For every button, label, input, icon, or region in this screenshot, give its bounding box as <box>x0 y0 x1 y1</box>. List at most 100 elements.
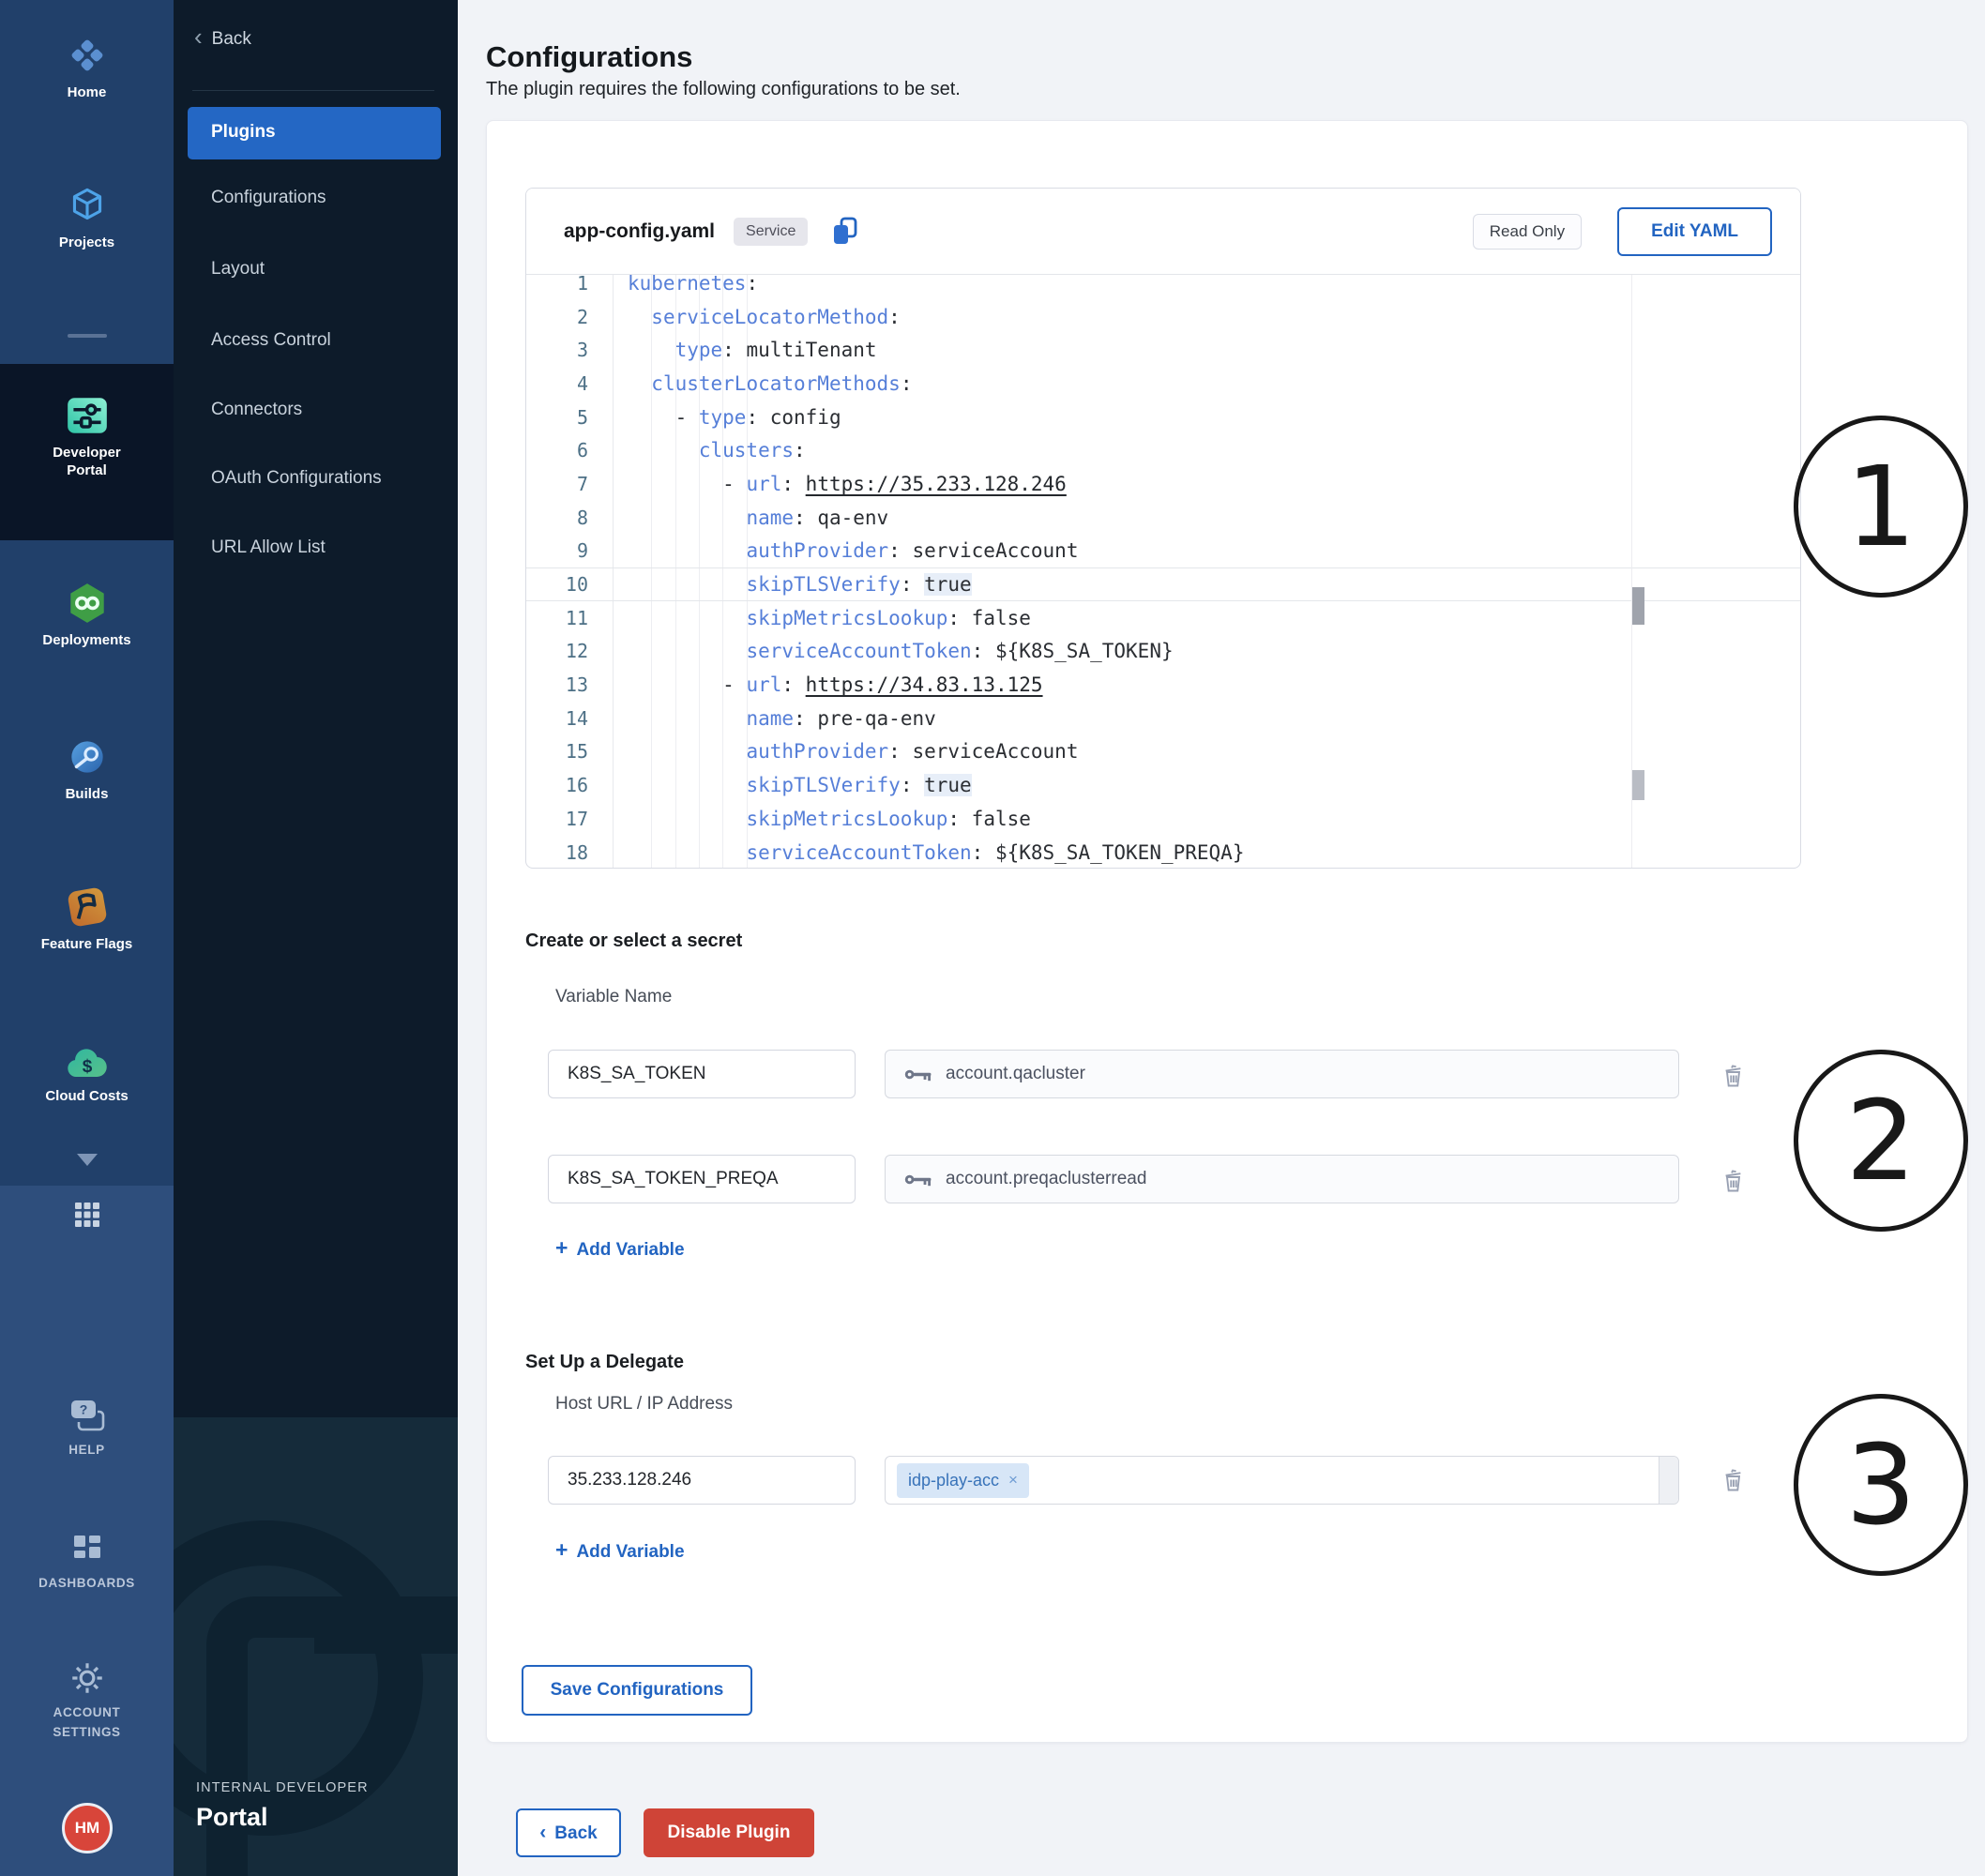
code-line: 14 name: pre-qa-env <box>526 702 1800 735</box>
sidebar-item-builds[interactable]: Builds <box>0 734 174 803</box>
scrollbar-thumb[interactable] <box>1632 587 1644 625</box>
annotation-circle-3: 3 <box>1794 1394 1968 1576</box>
delegate-tag-chip[interactable]: idp-play-acc <box>897 1463 1029 1498</box>
back-button[interactable]: Back <box>516 1808 621 1857</box>
sidebar-item-account-settings[interactable]: ACCOUNT SETTINGS <box>0 1658 174 1742</box>
line-number: 11 <box>526 607 613 629</box>
secret-section-heading: Create or select a secret <box>525 930 742 952</box>
nav-item-label: OAuth Configurations <box>211 468 382 488</box>
nav-item-plugins[interactable]: Plugins <box>188 107 441 159</box>
yaml-editor-header: app-config.yaml Service Read Only Edit Y… <box>526 189 1800 275</box>
yaml-code-area[interactable]: 1kubernetes:2 serviceLocatorMethod:3 typ… <box>526 275 1800 868</box>
code-text: serviceLocatorMethod: <box>613 306 901 328</box>
delete-variable-button[interactable] <box>1721 1063 1746 1094</box>
line-number: 12 <box>526 640 613 662</box>
sidebar-item-home[interactable]: Home <box>0 32 174 101</box>
line-number: 4 <box>526 372 613 395</box>
disable-plugin-button[interactable]: Disable Plugin <box>644 1808 814 1857</box>
sidebar-item-feature-flags[interactable]: Feature Flags <box>0 884 174 953</box>
line-number: 15 <box>526 740 613 763</box>
back-nav-link[interactable]: Back <box>194 28 251 51</box>
line-number: 5 <box>526 406 613 429</box>
annotation-circle-1: 1 <box>1794 416 1968 598</box>
line-number: 2 <box>526 306 613 328</box>
delegate-tag-label: idp-play-acc <box>908 1471 999 1490</box>
avatar-initials: HM <box>75 1819 99 1838</box>
yaml-filename: app-config.yaml <box>564 220 715 243</box>
sidebar-item-label: Projects <box>0 234 174 251</box>
sidebar-collapse-control[interactable] <box>0 1154 174 1171</box>
key-icon <box>904 1067 932 1082</box>
builds-icon <box>64 734 111 780</box>
chevron-down-icon <box>77 1154 98 1166</box>
dashboards-icon <box>68 1529 107 1568</box>
user-avatar[interactable]: HM <box>62 1803 113 1853</box>
sidebar-apps-grid[interactable] <box>0 1199 174 1235</box>
app-window: Home Projects Developer Portal <box>0 0 1985 1876</box>
line-number: 17 <box>526 808 613 830</box>
read-only-badge: Read Only <box>1473 214 1582 250</box>
code-line: 7 - url: https://35.233.128.246 <box>526 467 1800 501</box>
nav-item-url-allow-list[interactable]: URL Allow List <box>211 537 326 558</box>
add-variable-label: Add Variable <box>576 1240 684 1261</box>
nav-item-oauth-configurations[interactable]: OAuth Configurations <box>211 468 382 489</box>
scrollbar-thumb[interactable] <box>1632 770 1644 800</box>
nav-item-layout[interactable]: Layout <box>211 259 265 280</box>
delete-variable-button[interactable] <box>1721 1168 1746 1199</box>
sidebar-item-label: Deployments <box>0 631 174 649</box>
sidebar-item-dashboards[interactable]: DASHBOARDS <box>0 1529 174 1593</box>
variable-name-input[interactable] <box>548 1155 856 1203</box>
deployments-icon <box>64 580 111 627</box>
line-number: 3 <box>526 339 613 361</box>
nav-item-access-control[interactable]: Access Control <box>211 330 331 351</box>
code-lines: 1kubernetes:2 serviceLocatorMethod:3 typ… <box>526 275 1800 868</box>
sidebar-item-label: Feature Flags <box>0 935 174 953</box>
copy-icon <box>830 216 859 247</box>
page-subtitle: The plugin requires the following config… <box>486 79 961 100</box>
svg-text:?: ? <box>79 1402 87 1417</box>
code-text: skipMetricsLookup: false <box>613 808 1031 830</box>
edit-yaml-button[interactable]: Edit YAML <box>1617 207 1772 256</box>
home-icon <box>64 32 111 79</box>
code-line: 5 - type: config <box>526 401 1800 434</box>
sidebar-item-cloud-costs[interactable]: $ Cloud Costs <box>0 1041 174 1105</box>
delegate-tags-input[interactable]: idp-play-acc <box>885 1456 1679 1505</box>
trash-icon <box>1721 1467 1746 1493</box>
code-line: 17 skipMetricsLookup: false <box>526 802 1800 836</box>
add-delegate-variable-button[interactable]: Add Variable <box>555 1542 685 1563</box>
variable-name-input[interactable] <box>548 1050 856 1098</box>
nav-item-configurations[interactable]: Configurations <box>211 188 326 208</box>
sidebar-item-label: Cloud Costs <box>0 1087 174 1105</box>
code-text: - type: config <box>613 406 841 429</box>
code-text: name: pre-qa-env <box>613 707 936 730</box>
remove-tag-icon[interactable] <box>1008 1471 1018 1490</box>
host-url-label: Host URL / IP Address <box>555 1394 733 1415</box>
annotation-number: 3 <box>1845 1420 1916 1550</box>
add-variable-button[interactable]: Add Variable <box>555 1240 685 1261</box>
nav-item-connectors[interactable]: Connectors <box>211 400 302 420</box>
sidebar-item-deployments[interactable]: Deployments <box>0 580 174 649</box>
copy-button[interactable] <box>830 216 859 247</box>
plus-icon <box>555 1542 568 1563</box>
line-number: 13 <box>526 673 613 696</box>
secret-selector[interactable]: account.qacluster <box>885 1050 1679 1098</box>
sidebar-item-projects[interactable]: Projects <box>0 182 174 251</box>
line-number: 7 <box>526 473 613 495</box>
developer-portal-icon <box>64 392 111 439</box>
sidebar-item-label: ACCOUNT SETTINGS <box>26 1702 148 1742</box>
delete-delegate-row-button[interactable] <box>1721 1467 1746 1498</box>
module-sidebar: Home Projects Developer Portal <box>0 0 174 1876</box>
sidebar-item-help[interactable]: ? HELP <box>0 1396 174 1460</box>
host-url-input[interactable] <box>548 1456 856 1505</box>
code-line: 11 skipMetricsLookup: false <box>526 601 1800 635</box>
line-number: 16 <box>526 774 613 796</box>
sidebar-item-developer-portal[interactable]: Developer Portal <box>0 392 174 479</box>
nav-item-label: Plugins <box>211 122 276 143</box>
nav-item-label: URL Allow List <box>211 537 326 557</box>
sidebar-item-label: DASHBOARDS <box>0 1573 174 1593</box>
save-configurations-button[interactable]: Save Configurations <box>522 1665 752 1716</box>
nav-item-label: Connectors <box>211 400 302 419</box>
cloud-costs-icon: $ <box>63 1041 112 1082</box>
secret-selector[interactable]: account.preqaclusterread <box>885 1155 1679 1203</box>
chevron-left-icon <box>194 28 203 51</box>
